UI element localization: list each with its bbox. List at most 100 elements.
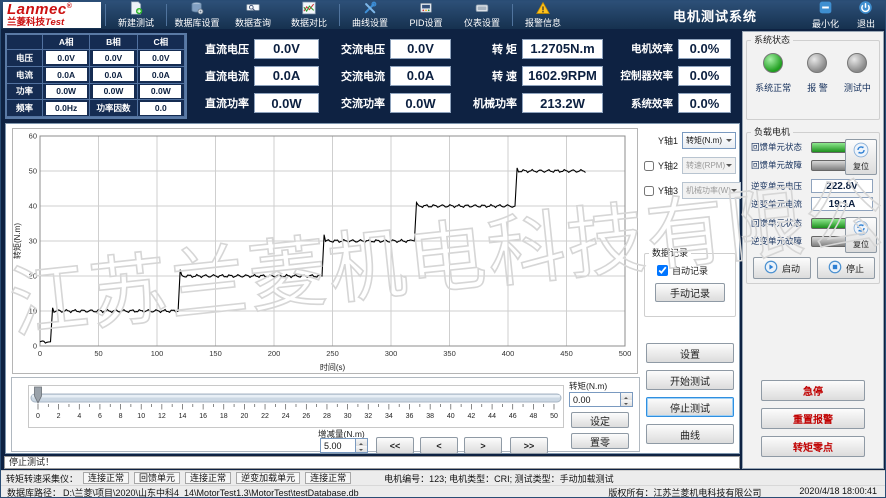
collector-label: 转矩转速采集仪： xyxy=(6,472,78,485)
toolbar-new-test-button[interactable]: 新建测试 xyxy=(108,1,164,29)
testing-label: 测试中 xyxy=(844,81,871,94)
logo-subtitle: 兰菱科技Test xyxy=(7,18,97,28)
manual-record-button[interactable]: 手动记录 xyxy=(655,283,725,302)
y1-axis-value: 转矩(N.m) xyxy=(686,135,722,146)
start-motor-button[interactable]: 启动 xyxy=(753,257,811,279)
svg-text:20: 20 xyxy=(241,413,249,420)
toolbar-data-query-button[interactable]: 数据查询 xyxy=(225,1,281,29)
svg-text:40: 40 xyxy=(29,202,37,211)
fast-decrease-button[interactable]: << xyxy=(376,437,414,454)
chart-panel: 0501001502002503003504004505000102030405… xyxy=(5,123,740,454)
current-a-cell: 0.0A xyxy=(43,67,90,84)
ac-measurements: 交流电压0.0V 交流电流0.0A 交流功率0.0W xyxy=(327,32,459,120)
fast-increase-button[interactable]: >> xyxy=(510,437,548,454)
svg-text:16: 16 xyxy=(199,413,207,420)
feedback-status-row: 回馈单元状态 xyxy=(751,141,857,153)
toolbar-label: 报警信息 xyxy=(525,16,561,29)
svg-text:450: 450 xyxy=(560,349,573,358)
phase-b-header: B相 xyxy=(90,35,137,50)
exit-button[interactable]: 退出 xyxy=(857,0,875,30)
toolbar-label: 曲线设置 xyxy=(352,16,388,29)
svg-text:50: 50 xyxy=(550,413,558,420)
step-amount-value[interactable]: 5.00 xyxy=(320,438,356,453)
toolbar-meter-settings-button[interactable]: 仪表设置 xyxy=(454,1,510,29)
frequency-value: 0.0Hz xyxy=(46,102,87,115)
data-record-group: 数据记录 自动记录 手动记录 xyxy=(644,253,736,317)
auto-record-checkbox[interactable] xyxy=(657,265,668,276)
decrease-button[interactable]: < xyxy=(420,437,458,454)
curve-button[interactable]: 曲线 xyxy=(646,424,734,444)
logo-cn-text: 兰菱科技 xyxy=(7,17,45,28)
data-compare-icon xyxy=(302,1,316,15)
exit-icon xyxy=(858,0,873,17)
minimize-button[interactable]: 最小化 xyxy=(812,0,839,30)
step-amount-spinner[interactable]: 5.00 xyxy=(320,438,368,453)
meter-settings-icon xyxy=(475,1,489,15)
y3-axis-checkbox[interactable] xyxy=(644,186,654,196)
toolbar-database-settings-button[interactable]: 数据库设置 xyxy=(169,1,225,29)
y1-axis-select[interactable]: 转矩(N.m) xyxy=(682,132,736,149)
set-button[interactable]: 设定 xyxy=(571,412,629,428)
svg-text:12: 12 xyxy=(158,413,166,420)
torque-zero-button[interactable]: 转矩零点 xyxy=(761,436,865,457)
svg-text:50: 50 xyxy=(29,167,37,176)
feedback-unit-label: 回馈单元 xyxy=(134,472,180,484)
toolbar-curve-settings-button[interactable]: 曲线设置 xyxy=(342,1,398,29)
power-b-value: 0.0W xyxy=(93,85,134,98)
inverter-current-value: 19.1A xyxy=(811,197,873,211)
svg-text:38: 38 xyxy=(426,413,434,420)
svg-text:26: 26 xyxy=(302,413,310,420)
lanmec-logo: Lanmec® 兰菱科技Test xyxy=(3,2,101,28)
step-spinner-arrows[interactable] xyxy=(356,438,368,453)
feedback-status2-row: 回馈单元状态 xyxy=(751,217,857,229)
emergency-stop-button[interactable]: 急停 xyxy=(761,380,865,401)
svg-text:时间(s): 时间(s) xyxy=(320,362,346,372)
settings-button[interactable]: 设置 xyxy=(646,343,734,363)
start-test-button[interactable]: 开始测试 xyxy=(646,370,734,390)
stop-motor-button[interactable]: 停止 xyxy=(817,257,875,279)
stop-test-button[interactable]: 停止测试 xyxy=(646,397,734,417)
toolbar-pid-settings-button[interactable]: PID设置 xyxy=(398,1,454,29)
increase-button[interactable]: > xyxy=(464,437,502,454)
toolbar-label: 新建测试 xyxy=(118,16,154,29)
reset-alarm-button[interactable]: 重置报警 xyxy=(761,408,865,429)
zero-button[interactable]: 置零 xyxy=(571,433,629,449)
dc-measurements: 直流电压0.0V 直流电流0.0A 直流功率0.0W xyxy=(191,32,327,120)
inverter-reset-button[interactable]: 复位 xyxy=(845,217,877,253)
load-motor-title: 负载电机 xyxy=(751,127,793,137)
toolbar-alarm-info-button[interactable]: 报警信息 xyxy=(515,1,571,29)
svg-text:30: 30 xyxy=(344,413,352,420)
collector-status: 连接正常 xyxy=(83,472,129,484)
svg-text:10: 10 xyxy=(137,413,145,420)
feedback-status2-label: 回馈单元状态 xyxy=(751,217,811,229)
torque-spinner-arrows[interactable] xyxy=(621,392,633,407)
stop-label: 停止 xyxy=(846,262,864,275)
exit-label: 退出 xyxy=(857,17,875,30)
toolbar-data-compare-button[interactable]: 数据对比 xyxy=(281,1,337,29)
voltage-a-value: 0.0V xyxy=(46,51,87,64)
power-c-value: 0.0W xyxy=(140,85,181,98)
ac-voltage-label: 交流电压 xyxy=(327,41,385,57)
torque-setpoint-value[interactable]: 0.00 xyxy=(569,392,621,407)
dc-current-value: 0.0A xyxy=(254,66,319,86)
voltage-c-cell: 0.0V xyxy=(138,50,185,67)
start-label: 启动 xyxy=(782,262,800,275)
auto-record-label: 自动记录 xyxy=(672,264,708,277)
alarm-indicator: 报 警 xyxy=(807,53,828,94)
system-normal-led xyxy=(763,53,783,73)
inverter-fault-label: 逆变单元故障 xyxy=(751,235,811,247)
inverter-current-row: 逆变单元电流 19.1A xyxy=(751,197,873,211)
load-slider-ruler[interactable]: 0246810121416182022242628303234363840424… xyxy=(29,386,563,427)
torque-label: 转 矩 xyxy=(459,41,517,57)
feedback-reset-button[interactable]: 复位 xyxy=(845,139,877,175)
titlebar: Lanmec® 兰菱科技Test 新建测试 数据库设置 数据查询 数据对比 曲线… xyxy=(1,1,886,29)
y2-axis-select[interactable]: 转速(RPM) xyxy=(682,157,736,174)
y3-axis-select[interactable]: 机械功率(W) xyxy=(682,182,741,199)
table-corner xyxy=(7,35,43,50)
svg-text:14: 14 xyxy=(179,413,187,420)
torque-setpoint-spinner[interactable]: 0.00 xyxy=(569,392,633,407)
y3-axis-value: 机械功率(W) xyxy=(686,185,731,196)
y2-axis-checkbox[interactable] xyxy=(644,161,654,171)
power-a-cell: 0.0W xyxy=(43,84,90,101)
voltage-c-value: 0.0V xyxy=(140,51,181,64)
